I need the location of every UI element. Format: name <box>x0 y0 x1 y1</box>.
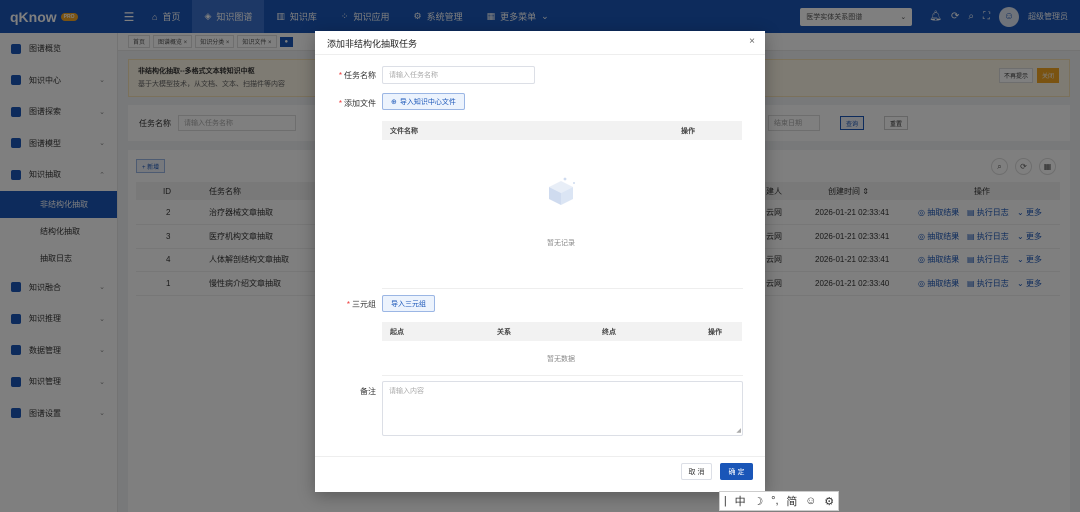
emoji-icon[interactable]: ☺ <box>805 495 816 507</box>
gear-icon[interactable]: ⚙ <box>824 495 834 508</box>
remark-field-label: 备注 <box>360 387 376 396</box>
task-name-input[interactable]: 请输入任务名称 <box>382 66 535 84</box>
import-triple-button[interactable]: 导入三元组 <box>382 295 435 312</box>
ime-toolbar: | 中 ☽ °, 简 ☺ ⚙ <box>719 491 839 511</box>
col-op: 操作 <box>708 329 722 336</box>
add-task-dialog: 添加非结构化抽取任务 × * 任务名称 请输入任务名称 * 添加文件 ⊕ 导入知识中… <box>315 31 765 492</box>
label-text: 添加文件 <box>344 99 376 108</box>
col-end: 终点 <box>602 329 616 336</box>
col-file-name: 文件名称 <box>390 128 418 135</box>
ime-simplified[interactable]: 简 <box>786 493 797 509</box>
remark-placeholder: 请输入内容 <box>389 388 424 395</box>
col-relation: 关系 <box>497 329 511 336</box>
ime-chinese-mode[interactable]: 中 <box>735 493 746 509</box>
cancel-button[interactable]: 取 消 <box>681 463 712 480</box>
divider <box>315 54 765 55</box>
confirm-button[interactable]: 确 定 <box>720 463 753 480</box>
col-start: 起点 <box>390 329 404 336</box>
divider <box>315 456 765 457</box>
add-file-field-label: * 添加文件 <box>338 99 376 108</box>
task-name-field-label: * 任务名称 <box>338 71 376 80</box>
close-icon[interactable]: × <box>749 36 755 47</box>
empty-box-icon <box>549 177 575 205</box>
import-file-button[interactable]: ⊕ 导入知识中心文件 <box>382 93 465 110</box>
label-text: 任务名称 <box>344 71 376 80</box>
triple-field-label: * 三元组 <box>346 300 376 309</box>
col-op: 操作 <box>681 128 695 135</box>
upload-icon: ⊕ <box>391 98 397 106</box>
divider <box>382 375 743 376</box>
triple-empty-text: 暂无数据 <box>547 356 575 363</box>
file-empty-text: 暂无记录 <box>547 240 575 247</box>
ime-separator: | <box>723 495 727 507</box>
divider <box>382 288 743 289</box>
button-label: 导入知识中心文件 <box>399 98 456 106</box>
resize-handle-icon[interactable]: ◢ <box>736 427 741 434</box>
dialog-title: 添加非结构化抽取任务 <box>327 39 418 49</box>
remark-textarea[interactable]: 请输入内容 ◢ <box>382 381 743 436</box>
moon-icon[interactable]: ☽ <box>753 495 763 508</box>
file-table-header: 文件名称 操作 <box>382 121 742 140</box>
triple-table-header: 起点 关系 终点 操作 <box>382 322 742 341</box>
label-text: 三元组 <box>352 300 376 309</box>
punctuation-icon[interactable]: °, <box>771 495 778 507</box>
